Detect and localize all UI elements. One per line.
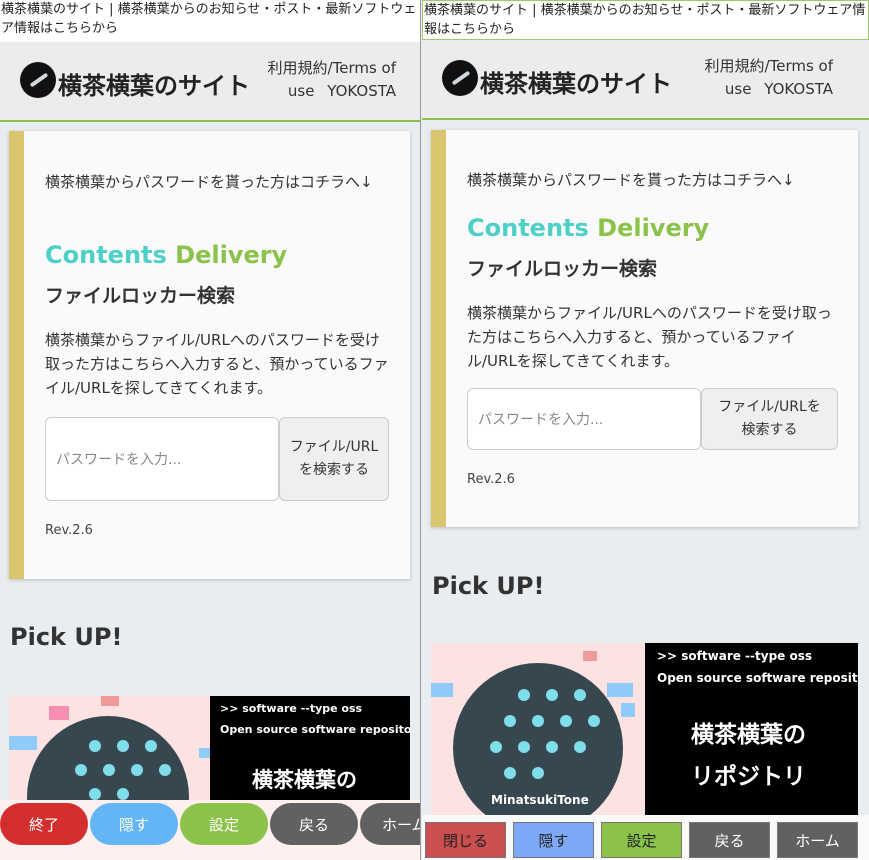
locker-title: ファイルロッカー検索 bbox=[45, 285, 236, 307]
dot-icon bbox=[145, 740, 157, 752]
right-bottom-toolbar: 閉じる 隠す 設定 戻る ホーム bbox=[422, 815, 869, 860]
dot-icon bbox=[532, 767, 544, 779]
dot-icon bbox=[75, 764, 87, 776]
intro-text: 横茶横葉からパスワードを貰った方はコチラへ↓ bbox=[45, 173, 373, 191]
repository-banner[interactable]: MinatsukiTone >> software --type oss Ope… bbox=[431, 643, 858, 815]
deco-square bbox=[583, 651, 597, 661]
close-button[interactable]: 閉じる bbox=[425, 822, 506, 858]
banner-title-2: リポジトリ bbox=[691, 764, 806, 790]
exit-button[interactable]: 終了 bbox=[0, 803, 88, 845]
repo-circle-icon bbox=[27, 716, 189, 806]
password-input[interactable]: パスワードを入力... bbox=[467, 388, 701, 450]
dot-icon bbox=[117, 788, 129, 800]
banner-line2: Open source software repositories bbox=[657, 671, 858, 685]
home-button[interactable]: ホーム bbox=[360, 803, 420, 845]
banner-title-1: 横茶横葉の bbox=[252, 768, 357, 792]
dot-icon bbox=[546, 741, 558, 753]
delivery-word: Delivery bbox=[175, 241, 288, 269]
dot-icon bbox=[103, 764, 115, 776]
dot-icon bbox=[574, 741, 586, 753]
deco-square bbox=[607, 683, 633, 697]
repository-banner[interactable]: >> software --type oss Open source softw… bbox=[9, 696, 410, 806]
dot-icon bbox=[532, 715, 544, 727]
site-name[interactable]: 横茶横葉のサイト bbox=[480, 64, 672, 99]
delivery-word: Delivery bbox=[597, 214, 710, 242]
back-button[interactable]: 戻る bbox=[270, 803, 358, 845]
locker-description: 横茶横葉からファイル/URLへのパスワードを受け取った方はこちらへ入力すると、預… bbox=[467, 304, 832, 370]
revision-label: Rev.2.6 bbox=[467, 472, 515, 487]
banner-text-block: >> software --type oss Open source softw… bbox=[210, 696, 410, 806]
author-link[interactable]: YOKOSTA bbox=[764, 80, 833, 98]
pickup-heading: Pick UP! bbox=[10, 623, 123, 651]
hide-button[interactable]: 隠す bbox=[90, 803, 178, 845]
dot-icon bbox=[504, 767, 516, 779]
site-header: 横茶横葉のサイト 利用規約/Terms of use YOKOSTA bbox=[422, 40, 869, 120]
header-nav: 利用規約/Terms of use YOKOSTA bbox=[256, 57, 396, 103]
dot-icon bbox=[131, 764, 143, 776]
deco-square bbox=[101, 696, 119, 706]
dot-icon bbox=[574, 689, 586, 701]
banner-author: MinatsukiTone bbox=[491, 793, 589, 807]
home-button[interactable]: ホーム bbox=[777, 822, 858, 858]
banner-line1: >> software --type oss bbox=[220, 702, 363, 715]
locker-card: 横茶横葉からパスワードを貰った方はコチラへ↓ Contents Delivery… bbox=[431, 130, 858, 527]
site-logo-icon[interactable] bbox=[442, 60, 478, 96]
pickup-heading: Pick UP! bbox=[432, 572, 545, 600]
site-logo-icon[interactable] bbox=[20, 62, 56, 98]
right-pane: 横茶横葉のサイト | 横茶横葉からのお知らせ・ポスト・最新ソフトウェア情報はこち… bbox=[422, 0, 869, 860]
dot-icon bbox=[588, 715, 600, 727]
window-title: 横茶横葉のサイト | 横茶横葉からのお知らせ・ポスト・最新ソフトウェア情報はこち… bbox=[0, 0, 420, 42]
revision-label: Rev.2.6 bbox=[45, 523, 93, 538]
search-button[interactable]: ファイル/URLを検索する bbox=[701, 388, 838, 450]
locker-description: 横茶横葉からファイル/URLへのパスワードを受け取った方はこちらへ入力すると、預… bbox=[45, 331, 389, 397]
author-link[interactable]: YOKOSTA bbox=[327, 82, 396, 100]
dot-icon bbox=[518, 689, 530, 701]
settings-button[interactable]: 設定 bbox=[601, 822, 682, 858]
settings-button[interactable]: 設定 bbox=[180, 803, 268, 845]
dot-icon bbox=[504, 715, 516, 727]
site-name[interactable]: 横茶横葉のサイト bbox=[58, 66, 250, 101]
deco-square bbox=[49, 706, 69, 720]
password-input[interactable]: パスワードを入力... bbox=[45, 417, 279, 501]
dot-icon bbox=[546, 689, 558, 701]
left-pane: 横茶横葉のサイト | 横茶横葉からのお知らせ・ポスト・最新ソフトウェア情報はこち… bbox=[0, 0, 421, 860]
contents-delivery-title: Contents Delivery bbox=[467, 214, 709, 242]
site-header: 横茶横葉のサイト 利用規約/Terms of use YOKOSTA bbox=[0, 42, 420, 122]
dot-icon bbox=[159, 764, 171, 776]
hide-button[interactable]: 隠す bbox=[513, 822, 594, 858]
banner-text-block: >> software --type oss Open source softw… bbox=[645, 643, 858, 815]
header-nav: 利用規約/Terms of use YOKOSTA bbox=[693, 55, 833, 101]
left-bottom-toolbar: 終了 隠す 設定 戻る ホーム bbox=[0, 800, 420, 860]
locker-card: 横茶横葉からパスワードを貰った方はコチラへ↓ Contents Delivery… bbox=[9, 131, 410, 579]
back-button[interactable]: 戻る bbox=[689, 822, 770, 858]
dot-icon bbox=[89, 740, 101, 752]
contents-word: Contents bbox=[467, 214, 589, 242]
deco-square bbox=[621, 703, 635, 717]
dot-icon bbox=[490, 741, 502, 753]
intro-text: 横茶横葉からパスワードを貰った方はコチラへ↓ bbox=[467, 171, 795, 189]
deco-square bbox=[431, 683, 453, 697]
dot-icon bbox=[518, 741, 530, 753]
banner-line2: Open source software repositories bbox=[220, 723, 410, 736]
dot-icon bbox=[117, 740, 129, 752]
banner-line1: >> software --type oss bbox=[657, 649, 813, 663]
contents-word: Contents bbox=[45, 241, 167, 269]
locker-title: ファイルロッカー検索 bbox=[467, 258, 658, 280]
deco-square bbox=[9, 736, 37, 750]
dot-icon bbox=[560, 715, 572, 727]
contents-delivery-title: Contents Delivery bbox=[45, 241, 287, 269]
dot-icon bbox=[89, 788, 101, 800]
window-title: 横茶横葉のサイト | 横茶横葉からのお知らせ・ポスト・最新ソフトウェア情報はこち… bbox=[422, 0, 869, 40]
search-button[interactable]: ファイル/URLを検索する bbox=[279, 417, 389, 501]
banner-title-1: 横茶横葉の bbox=[691, 722, 806, 748]
